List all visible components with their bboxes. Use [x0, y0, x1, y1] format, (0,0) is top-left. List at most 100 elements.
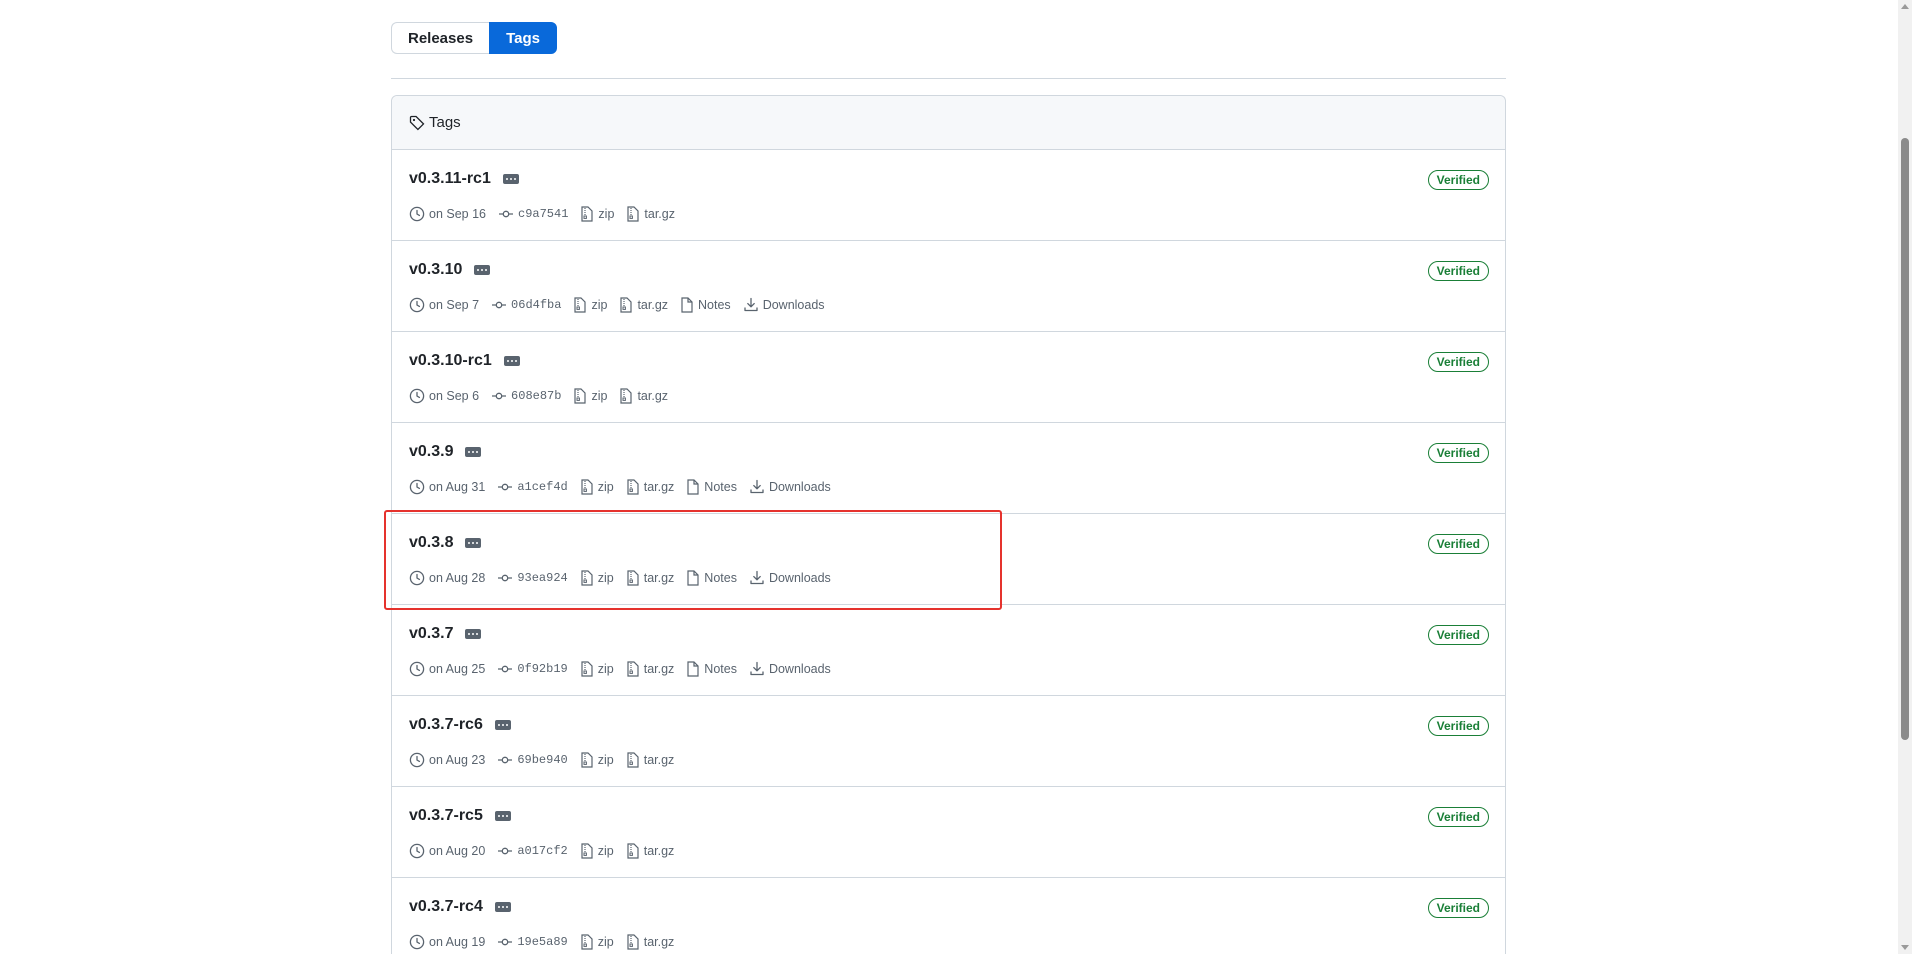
- tag-name-link[interactable]: v0.3.7-rc4: [409, 898, 483, 916]
- zip-download[interactable]: zip: [580, 843, 614, 859]
- downloads-link[interactable]: Downloads: [769, 480, 831, 494]
- tag-name-link[interactable]: v0.3.7-rc5: [409, 807, 483, 825]
- commit-sha-link[interactable]: 19e5a89: [517, 935, 567, 949]
- zip-download[interactable]: zip: [580, 570, 614, 586]
- scrollbar[interactable]: [1898, 0, 1912, 954]
- tag-name-link[interactable]: v0.3.10-rc1: [409, 352, 492, 370]
- targz-link[interactable]: tar.gz: [644, 935, 675, 949]
- commit-sha-link[interactable]: 69be940: [517, 753, 567, 767]
- tag-name-link[interactable]: v0.3.7: [409, 625, 453, 643]
- commit-sha-link[interactable]: 608e87b: [511, 389, 561, 403]
- tag-name-link[interactable]: v0.3.10: [409, 261, 462, 279]
- commit-sha-link[interactable]: a017cf2: [517, 844, 567, 858]
- downloads-link[interactable]: Downloads: [769, 571, 831, 585]
- kebab-horizontal-icon[interactable]: [494, 720, 511, 730]
- verified-badge[interactable]: Verified: [1427, 898, 1489, 918]
- tag-commit[interactable]: a017cf2: [497, 843, 568, 859]
- zip-download[interactable]: zip: [580, 752, 614, 768]
- zip-download[interactable]: zip: [573, 388, 607, 404]
- targz-download[interactable]: tar.gz: [626, 843, 675, 859]
- commit-sha-link[interactable]: 93ea924: [517, 571, 567, 585]
- zip-link[interactable]: zip: [598, 662, 614, 676]
- targz-download[interactable]: tar.gz: [626, 479, 674, 495]
- release-downloads[interactable]: Downloads: [743, 297, 825, 313]
- release-downloads[interactable]: Downloads: [749, 479, 831, 495]
- release-downloads[interactable]: Downloads: [749, 661, 831, 677]
- kebab-horizontal-icon[interactable]: [474, 265, 491, 275]
- targz-download[interactable]: tar.gz: [626, 752, 675, 768]
- kebab-horizontal-icon[interactable]: [465, 538, 482, 548]
- kebab-horizontal-icon[interactable]: [503, 356, 520, 366]
- targz-link[interactable]: tar.gz: [644, 571, 675, 585]
- zip-link[interactable]: zip: [598, 844, 614, 858]
- tag-name-link[interactable]: v0.3.8: [409, 534, 453, 552]
- zip-download[interactable]: zip: [580, 661, 614, 677]
- zip-link[interactable]: zip: [598, 571, 614, 585]
- zip-link[interactable]: zip: [598, 480, 614, 494]
- scroll-up-arrow-icon[interactable]: [1901, 4, 1909, 9]
- targz-link[interactable]: tar.gz: [637, 389, 668, 403]
- zip-download[interactable]: zip: [573, 297, 607, 313]
- targz-download[interactable]: tar.gz: [619, 388, 668, 404]
- tag-name-link[interactable]: v0.3.7-rc6: [409, 716, 483, 734]
- tag-commit[interactable]: 06d4fba: [491, 297, 561, 313]
- kebab-horizontal-icon[interactable]: [502, 174, 519, 184]
- commit-sha-link[interactable]: 0f92b19: [517, 662, 567, 676]
- zip-link[interactable]: zip: [598, 935, 614, 949]
- targz-link[interactable]: tar.gz: [644, 753, 675, 767]
- tag-name-link[interactable]: v0.3.11-rc1: [409, 170, 491, 188]
- zip-link[interactable]: zip: [591, 298, 607, 312]
- verified-badge[interactable]: Verified: [1427, 534, 1489, 554]
- tag-commit[interactable]: 19e5a89: [497, 934, 568, 950]
- verified-badge[interactable]: Verified: [1427, 443, 1489, 463]
- targz-link[interactable]: tar.gz: [644, 844, 675, 858]
- tag-commit[interactable]: c9a7541: [498, 206, 568, 222]
- commit-sha-link[interactable]: a1cef4d: [517, 480, 567, 494]
- tag-commit[interactable]: 93ea924: [497, 570, 568, 586]
- zip-download[interactable]: zip: [580, 479, 614, 495]
- tag-commit[interactable]: 608e87b: [491, 388, 561, 404]
- targz-download[interactable]: tar.gz: [626, 570, 675, 586]
- targz-link[interactable]: tar.gz: [644, 662, 675, 676]
- tag-commit[interactable]: 0f92b19: [497, 661, 568, 677]
- zip-link[interactable]: zip: [598, 207, 614, 221]
- scroll-down-arrow-icon[interactable]: [1901, 945, 1909, 950]
- kebab-horizontal-icon[interactable]: [465, 629, 482, 639]
- downloads-link[interactable]: Downloads: [763, 298, 825, 312]
- verified-badge[interactable]: Verified: [1427, 170, 1489, 190]
- releases-button[interactable]: Releases: [391, 22, 490, 54]
- targz-link[interactable]: tar.gz: [637, 298, 668, 312]
- verified-badge[interactable]: Verified: [1427, 352, 1489, 372]
- targz-download[interactable]: tar.gz: [626, 206, 675, 222]
- tag-commit[interactable]: 69be940: [497, 752, 568, 768]
- release-notes[interactable]: Notes: [686, 570, 737, 586]
- verified-badge[interactable]: Verified: [1427, 807, 1489, 827]
- commit-sha-link[interactable]: 06d4fba: [511, 298, 561, 312]
- zip-link[interactable]: zip: [598, 753, 614, 767]
- tag-name-link[interactable]: v0.3.9: [409, 443, 453, 461]
- targz-link[interactable]: tar.gz: [644, 207, 675, 221]
- tag-commit[interactable]: a1cef4d: [497, 479, 568, 495]
- tags-button[interactable]: Tags: [489, 22, 557, 54]
- notes-link[interactable]: Notes: [704, 571, 737, 585]
- release-notes[interactable]: Notes: [686, 479, 737, 495]
- commit-sha-link[interactable]: c9a7541: [518, 207, 568, 221]
- kebab-horizontal-icon[interactable]: [494, 902, 511, 912]
- targz-download[interactable]: tar.gz: [619, 297, 668, 313]
- verified-badge[interactable]: Verified: [1427, 261, 1489, 281]
- verified-badge[interactable]: Verified: [1427, 716, 1489, 736]
- zip-download[interactable]: zip: [580, 934, 614, 950]
- kebab-horizontal-icon[interactable]: [465, 447, 482, 457]
- downloads-link[interactable]: Downloads: [769, 662, 831, 676]
- verified-badge[interactable]: Verified: [1427, 625, 1489, 645]
- targz-download[interactable]: tar.gz: [626, 661, 675, 677]
- zip-link[interactable]: zip: [591, 389, 607, 403]
- kebab-horizontal-icon[interactable]: [494, 811, 511, 821]
- notes-link[interactable]: Notes: [704, 480, 737, 494]
- release-notes[interactable]: Notes: [680, 297, 731, 313]
- release-downloads[interactable]: Downloads: [749, 570, 831, 586]
- notes-link[interactable]: Notes: [704, 662, 737, 676]
- notes-link[interactable]: Notes: [698, 298, 731, 312]
- zip-download[interactable]: zip: [580, 206, 614, 222]
- scrollbar-thumb[interactable]: [1901, 138, 1909, 740]
